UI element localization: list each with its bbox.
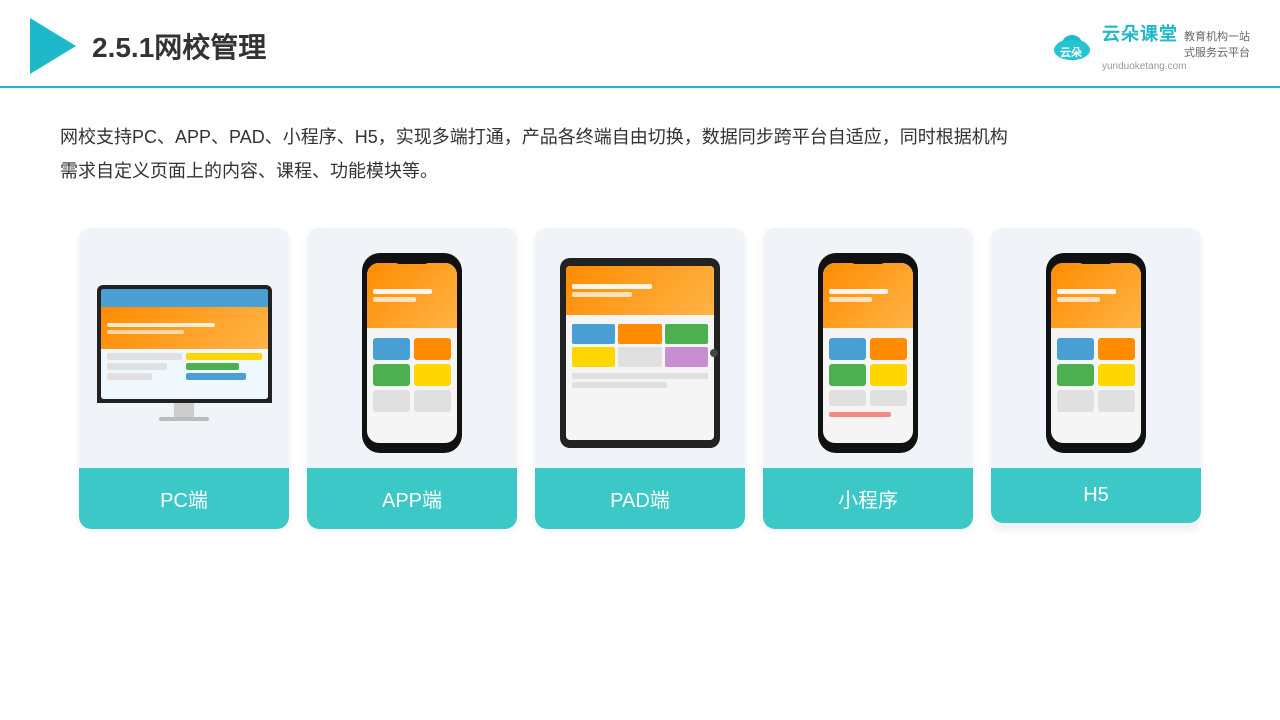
pc-screen-outer	[97, 285, 272, 403]
brand-name: 云朵课堂	[1102, 20, 1178, 46]
phone-notch	[396, 257, 428, 264]
brand-slogan: 教育机构一站 式服务云平台	[1184, 30, 1250, 61]
tablet-outer	[560, 258, 720, 448]
card-pc-label: PC端	[79, 468, 289, 529]
pc-device-mockup	[97, 285, 272, 421]
card-miniprogram-image	[763, 228, 973, 468]
card-h5-label: H5	[991, 468, 1201, 523]
description-text: 网校支持PC、APP、PAD、小程序、H5，实现多端打通，产品各终端自由切换，数…	[60, 120, 1220, 188]
card-miniprogram-label: 小程序	[763, 468, 973, 529]
card-app-image	[307, 228, 517, 468]
phone-outer	[362, 253, 462, 453]
cloud-logo-icon: 云朵	[1050, 28, 1094, 64]
card-miniprogram: 小程序	[763, 228, 973, 529]
miniprogram-phone-mockup	[818, 253, 918, 453]
card-pad-label: PAD端	[535, 468, 745, 529]
phone3-screen	[1051, 263, 1141, 443]
svg-text:云朵: 云朵	[1060, 45, 1082, 59]
phone2-screen	[823, 263, 913, 443]
brand-logo: 云朵	[1050, 28, 1094, 64]
card-pc-image	[79, 228, 289, 468]
h5-phone-mockup	[1046, 253, 1146, 453]
brand-area: 云朵 云朵课堂 教育机构一站 式服务云平台 yunduoketang.com	[1050, 20, 1250, 72]
app-phone-mockup	[362, 253, 462, 453]
phone3-notch	[1080, 257, 1112, 264]
cards-section: PC端	[0, 208, 1280, 559]
tablet-screen	[566, 266, 714, 440]
card-h5: H5	[991, 228, 1201, 529]
phone3-outer	[1046, 253, 1146, 453]
pc-stand	[174, 403, 194, 417]
page-title: 2.5.1网校管理	[92, 26, 266, 66]
card-app-label: APP端	[307, 468, 517, 529]
phone-screen	[367, 263, 457, 443]
card-pad-image	[535, 228, 745, 468]
pc-screen	[101, 289, 268, 399]
card-h5-image	[991, 228, 1201, 468]
description-area: 网校支持PC、APP、PAD、小程序、H5，实现多端打通，产品各终端自由切换，数…	[0, 88, 1280, 208]
header-left: 2.5.1网校管理	[30, 18, 266, 74]
card-pc: PC端	[79, 228, 289, 529]
card-app: APP端	[307, 228, 517, 529]
card-pad: PAD端	[535, 228, 745, 529]
phone2-outer	[818, 253, 918, 453]
phone2-notch	[852, 257, 884, 264]
pad-tablet-mockup	[560, 258, 720, 448]
logo-triangle-icon	[30, 18, 76, 74]
pc-base	[159, 417, 209, 421]
brand-text-group: 云朵课堂 教育机构一站 式服务云平台 yunduoketang.com	[1102, 20, 1250, 72]
tablet-button	[710, 349, 718, 357]
header: 2.5.1网校管理 云朵 云朵课堂 教育机构一站 式服务云平台	[0, 0, 1280, 88]
brand-url: yunduoketang.com	[1102, 61, 1187, 72]
